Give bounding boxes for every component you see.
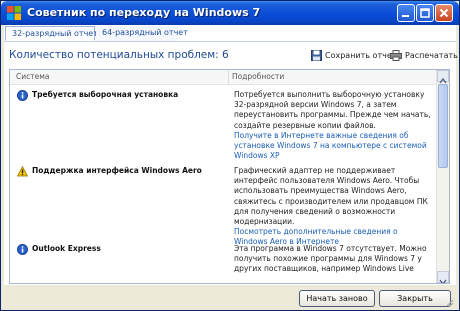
close-button[interactable] [435,4,453,22]
report-tabs: 32-разрядный отчет 64-разрядный отчет [4,25,456,42]
resize-grip-icon[interactable] [444,297,454,307]
minimize-button[interactable] [397,4,415,22]
window-title: Советник по переходу на Windows 7 [27,6,261,19]
footer-bar: Начать заново Закрыть [4,285,456,309]
scroll-thumb[interactable] [438,84,448,168]
issue-name: Поддержка интерфейса Windows Aero [32,166,202,175]
issue-details: Потребуется выполнить выборочную установ… [234,90,432,161]
issue-count-title: Количество потенциальных проблем: 6 [9,49,229,61]
column-divider [228,70,229,84]
column-details: Подробности [232,72,285,81]
maximize-button[interactable] [416,4,434,22]
title-bar[interactable]: Советник по переходу на Windows 7 [1,1,459,25]
restart-button[interactable]: Начать заново [299,290,375,307]
scroll-down-button[interactable] [437,271,449,283]
client-area: 32-разрядный отчет 64-разрядный отчет Ко… [4,25,458,309]
issue-details: Графический адаптер не поддерживает инте… [234,166,432,248]
tab-64bit-report[interactable]: 64-разрядный отчет [96,26,188,41]
app-window: Советник по переходу на Windows 7 32-раз… [0,0,460,311]
scroll-up-button[interactable] [437,70,449,84]
issue-description: Эта программа в Windows 7 отсутствует. М… [234,244,427,274]
save-report-button[interactable]: Сохранить отчет [311,50,396,61]
vertical-scrollbar[interactable] [436,70,449,283]
issue-name: Outlook Express [32,244,101,253]
chevron-down-icon [439,279,447,283]
save-icon [311,50,322,61]
close-dialog-button[interactable]: Закрыть [379,290,451,307]
minimize-icon [402,15,409,17]
info-icon [17,90,28,101]
warning-icon [17,166,28,177]
column-header: Система Подробности [10,70,438,85]
printer-icon [390,50,402,61]
column-system: Система [16,72,50,81]
issue-description: Графический адаптер не поддерживает инте… [234,166,428,227]
print-button[interactable]: Распечатать [390,50,458,61]
issue-link[interactable]: Получите в Интернете важные сведения об … [234,131,432,162]
print-label: Распечатать [405,51,458,60]
tab-32bit-report[interactable]: 32-разрядный отчет [5,26,98,41]
save-report-label: Сохранить отчет [325,51,397,60]
issue-details: Эта программа в Windows 7 отсутствует. М… [234,244,432,275]
issue-description: Потребуется выполнить выборочную установ… [234,90,431,130]
issues-panel: Система Подробности Требуется выборочная… [9,69,450,284]
maximize-icon [420,8,430,18]
issue-name: Требуется выборочная установка [32,90,179,99]
info-icon [17,244,28,255]
windows-flag-icon [7,6,21,20]
close-icon [439,8,449,18]
